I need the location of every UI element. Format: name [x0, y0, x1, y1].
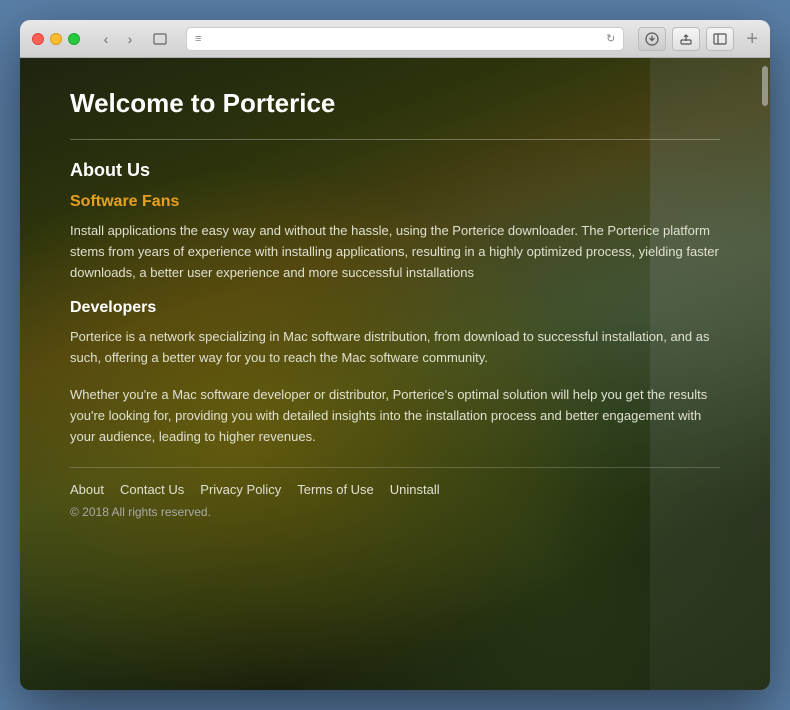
- address-bar[interactable]: ≡ ↻: [186, 27, 624, 51]
- developers-heading: Developers: [70, 299, 720, 317]
- footer-link-terms-of-use[interactable]: Terms of Use: [297, 482, 374, 497]
- traffic-lights: [32, 33, 80, 45]
- copyright: © 2018 All rights reserved.: [70, 505, 720, 519]
- page-title: Welcome to Porterice: [70, 88, 720, 119]
- new-tab-button[interactable]: +: [746, 29, 758, 49]
- footer-link-uninstall[interactable]: Uninstall: [390, 482, 440, 497]
- sidebar-button[interactable]: [706, 27, 734, 51]
- divider-1: [70, 139, 720, 140]
- footer-link-about[interactable]: About: [70, 482, 104, 497]
- menu-icon: ≡: [195, 33, 201, 45]
- about-us-heading: About Us: [70, 160, 720, 181]
- toolbar-right: [638, 27, 734, 51]
- scroll-indicator[interactable]: [762, 66, 768, 106]
- tab-overview-button[interactable]: [148, 29, 172, 49]
- developers-text-2: Whether you're a Mac software developer …: [70, 385, 720, 447]
- software-fans-heading: Software Fans: [70, 193, 720, 211]
- close-button[interactable]: [32, 33, 44, 45]
- back-button[interactable]: ‹: [96, 29, 116, 49]
- share-button[interactable]: [672, 27, 700, 51]
- minimize-button[interactable]: [50, 33, 62, 45]
- maximize-button[interactable]: [68, 33, 80, 45]
- footer-links: About Contact Us Privacy Policy Terms of Us…: [70, 467, 720, 497]
- developers-text-1: Porterice is a network specializing in M…: [70, 327, 720, 369]
- footer-link-contact-us[interactable]: Contact Us: [120, 482, 184, 497]
- page-content: Welcome to Porterice About Us Software F…: [20, 58, 770, 690]
- refresh-icon[interactable]: ↻: [606, 32, 615, 45]
- title-bar: ‹ › ≡ ↻: [20, 20, 770, 58]
- software-fans-text: Install applications the easy way and wi…: [70, 221, 720, 283]
- browser-content: Welcome to Porterice About Us Software F…: [20, 58, 770, 690]
- download-icon[interactable]: [638, 27, 666, 51]
- nav-buttons: ‹ ›: [96, 29, 140, 49]
- mac-window: ‹ › ≡ ↻: [20, 20, 770, 690]
- footer-link-privacy-policy[interactable]: Privacy Policy: [200, 482, 281, 497]
- forward-button[interactable]: ›: [120, 29, 140, 49]
